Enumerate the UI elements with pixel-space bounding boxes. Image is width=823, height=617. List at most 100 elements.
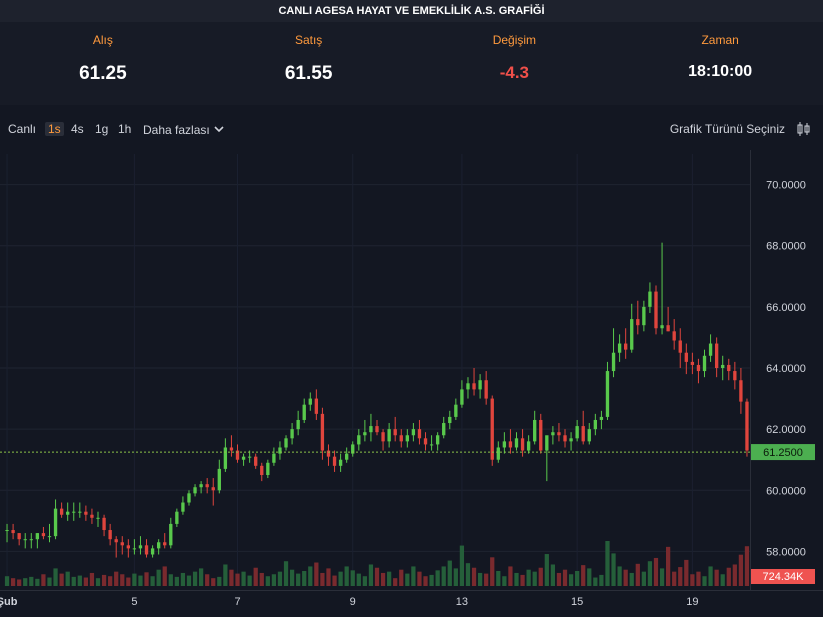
volume-bar (144, 572, 149, 586)
volume-bar (484, 573, 489, 586)
candle-body (727, 364, 731, 372)
candle-body (150, 548, 155, 555)
candle-body (78, 511, 82, 513)
candle-body (733, 371, 737, 381)
volume-bar (77, 575, 82, 586)
candle-body (17, 533, 21, 540)
candle-body (254, 456, 258, 466)
change-label: Değişim (492, 33, 537, 47)
candle-body (132, 548, 137, 550)
candle-body (29, 539, 33, 541)
volume-bar (302, 571, 307, 586)
candle-body (175, 511, 179, 524)
candle-body (138, 545, 143, 549)
candle-body (84, 511, 88, 515)
more-intervals-label: Daha fazlası (143, 123, 210, 137)
candle-body (169, 523, 173, 546)
volume-bar (186, 575, 192, 586)
candle-body (96, 517, 100, 519)
volume-bar (678, 567, 683, 586)
volume-bar (108, 576, 113, 586)
volume-bar (459, 545, 465, 586)
volume-bar (647, 561, 653, 586)
time-value: 18:10:00 (688, 63, 753, 80)
volume-bar (599, 574, 604, 586)
candle-body (745, 401, 749, 451)
y-tick-label: 68.0000 (766, 241, 806, 253)
volume-bar (593, 577, 598, 586)
time-label: Zaman (701, 33, 739, 47)
x-tick-label: Şub (0, 596, 18, 608)
candle-body (35, 533, 40, 540)
candle-body (721, 364, 725, 368)
interval-1s[interactable]: 1s (45, 122, 64, 136)
volume-bar (635, 563, 640, 586)
volume-bar (702, 576, 707, 586)
candle-body (314, 398, 319, 414)
candle-body (690, 361, 695, 365)
volume-bar (198, 568, 204, 586)
volume-bar (350, 570, 355, 586)
candle-body (241, 456, 246, 460)
volume-bar (168, 574, 173, 586)
candle-body (187, 493, 191, 503)
interval-1g[interactable]: 1g (95, 122, 108, 136)
volume-bar (738, 554, 744, 586)
candle-body (502, 441, 507, 448)
candle-body (623, 343, 628, 350)
volume-bar (338, 571, 343, 586)
candle-body (660, 325, 664, 329)
candle-body (90, 514, 94, 518)
price-chart[interactable]: 70.0000 68.0000 66.0000 64.0000 62.0000 60.00… (0, 150, 823, 612)
more-intervals-button[interactable]: Daha fazlası (143, 122, 224, 137)
candle-body (684, 352, 688, 362)
candle-body (66, 511, 70, 515)
volume-bar (59, 573, 64, 586)
candlestick-icon[interactable] (796, 121, 812, 137)
ask-value: 61.55 (284, 63, 333, 84)
volume-bar (253, 567, 258, 586)
candle-body (308, 398, 312, 405)
volume-bar (538, 567, 543, 586)
volume-bar (726, 567, 731, 586)
candle-body (156, 542, 161, 549)
candle-body (478, 380, 482, 390)
candle-body (163, 542, 167, 546)
candle-body (144, 545, 149, 555)
candle-body (193, 487, 197, 494)
candle-body (611, 352, 616, 372)
live-button[interactable]: Canlı (8, 122, 36, 136)
volume-bar (623, 569, 628, 586)
volume-bar (41, 574, 46, 586)
volume-bar (138, 575, 143, 586)
volume-bar (356, 573, 361, 586)
volume-bar (641, 571, 646, 586)
volume-bar (429, 574, 434, 586)
candle-body (338, 459, 343, 466)
chart-toolbar: Canlı 1s 4s 1g 1h Daha fazlası Grafik Tü… (0, 116, 823, 142)
candle-body (59, 508, 64, 515)
candle-body (205, 484, 209, 488)
candle-body (714, 343, 719, 368)
volume-bar (180, 572, 186, 586)
candle-body (739, 380, 743, 402)
x-tick-label: 7 (234, 596, 240, 608)
volume-bar (71, 576, 76, 586)
chart-area[interactable]: 70.0000 68.0000 66.0000 64.0000 62.0000 60.00… (0, 150, 823, 612)
interval-1h[interactable]: 1h (118, 122, 131, 136)
volume-bar (659, 568, 665, 586)
y-tick-label: 66.0000 (766, 302, 806, 314)
volume-bar (665, 546, 671, 586)
candle-body (636, 319, 640, 326)
time-column: Zaman 18:10:00 (617, 22, 823, 105)
chart-type-button[interactable]: Grafik Türünü Seçiniz (670, 122, 785, 136)
volume-bar (332, 575, 337, 586)
candle-body (405, 435, 409, 442)
candle-body (102, 517, 106, 531)
volume-bar (714, 569, 719, 586)
volume-bar (611, 553, 616, 586)
volume-bar (453, 568, 458, 586)
interval-4s[interactable]: 4s (71, 122, 84, 136)
volume-bar (520, 574, 525, 586)
volume-bar (405, 573, 410, 586)
